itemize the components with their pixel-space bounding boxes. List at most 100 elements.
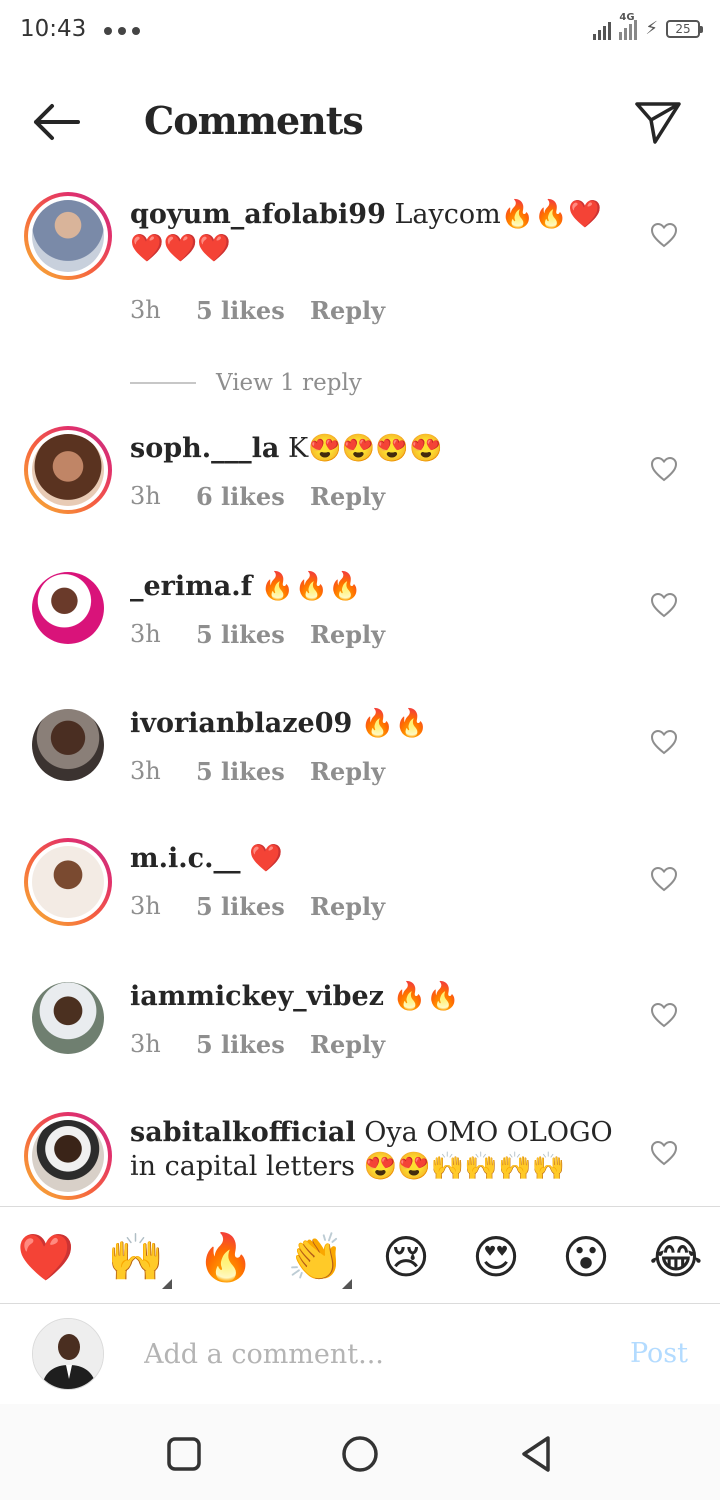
header: Comments	[0, 84, 720, 160]
avatar[interactable]	[32, 982, 104, 1054]
comment-time: 3h	[130, 482, 161, 510]
status-bar: 10:43 4G ⚡ 25	[0, 0, 720, 64]
reply-button[interactable]: Reply	[310, 482, 385, 511]
emoji-heart[interactable]: ❤️	[16, 1229, 76, 1285]
comment-input[interactable]	[144, 1332, 584, 1376]
comment-likes[interactable]: 5 likes	[196, 1030, 310, 1059]
heart-outline-icon	[650, 456, 678, 482]
like-button[interactable]	[650, 1140, 678, 1166]
comment-text: sabitalkofficial Oya OMO OLOGO in capita…	[130, 1116, 630, 1184]
status-indicators: 4G ⚡ 25	[593, 12, 703, 40]
heart-outline-icon	[650, 222, 678, 248]
battery-icon: 25	[666, 20, 703, 38]
comment-text: _erima.f 🔥🔥🔥	[130, 570, 630, 604]
comment-time: 3h	[130, 620, 161, 648]
comment-composer: Post	[0, 1304, 720, 1404]
comment-text: ivorianblaze09 🔥🔥	[130, 707, 630, 741]
emoji-raising-hands-glyph: 🙌	[107, 1230, 165, 1284]
circle-icon	[342, 1436, 378, 1472]
like-button[interactable]	[650, 1002, 678, 1028]
comment-time: 3h	[130, 1030, 161, 1058]
comment-body: 🔥🔥🔥	[252, 571, 362, 602]
comment-meta: 3h 5 likes Reply	[130, 296, 385, 325]
emoji-raising-hands[interactable]: 🙌	[106, 1229, 172, 1289]
reply-divider	[130, 382, 196, 384]
heart-outline-icon	[650, 866, 678, 892]
comment-likes[interactable]: 6 likes	[196, 482, 310, 511]
comment-body: ❤️	[240, 843, 283, 874]
emoji-laughing[interactable]: 😂	[646, 1229, 706, 1285]
comment-likes[interactable]: 5 likes	[196, 296, 310, 325]
page-title: Comments	[144, 98, 364, 143]
charging-icon: ⚡	[645, 18, 658, 39]
avatar[interactable]	[24, 192, 112, 280]
comment-meta: 3h 5 likes Reply	[130, 620, 385, 649]
avatar[interactable]	[24, 838, 112, 926]
comment-body: 🔥🔥	[352, 708, 429, 739]
back-nav-button[interactable]	[516, 1434, 556, 1474]
comment-text: m.i.c.__ ❤️	[130, 842, 630, 876]
avatar[interactable]	[24, 426, 112, 514]
arrow-left-icon	[34, 104, 80, 140]
comments-list[interactable]: qoyum_afolabi99 Laycom🔥🔥❤️❤️❤️❤️ 3h 5 li…	[0, 180, 720, 1204]
system-nav-bar	[0, 1404, 720, 1500]
comment-text: iammickey_vibez 🔥🔥	[130, 980, 630, 1014]
reply-button[interactable]: Reply	[310, 620, 385, 649]
comment-username[interactable]: qoyum_afolabi99	[130, 199, 386, 230]
avatar[interactable]	[24, 1112, 112, 1200]
like-button[interactable]	[650, 456, 678, 482]
avatar[interactable]	[32, 709, 104, 781]
emoji-clapping-glyph: 👏	[287, 1230, 345, 1284]
comment-username[interactable]: _erima.f	[130, 571, 252, 602]
skin-tone-indicator-icon	[342, 1279, 352, 1289]
heart-outline-icon	[650, 729, 678, 755]
emoji-surprised[interactable]: 😮	[556, 1229, 616, 1285]
emoji-crying[interactable]: 😢	[376, 1229, 436, 1285]
emoji-bar: ❤️ 🙌 🔥 👏 😢 😍 😮 😂	[0, 1206, 720, 1304]
comment-username[interactable]: soph.___la	[130, 433, 279, 464]
avatar[interactable]	[32, 572, 104, 644]
user-photo-icon	[33, 1319, 103, 1389]
heart-outline-icon	[650, 1140, 678, 1166]
comment-body: K😍😍😍😍	[279, 433, 443, 464]
home-button[interactable]	[340, 1434, 380, 1474]
reply-button[interactable]: Reply	[310, 296, 385, 325]
post-button[interactable]: Post	[630, 1338, 688, 1369]
emoji-fire[interactable]: 🔥	[196, 1229, 256, 1285]
recents-button[interactable]	[164, 1434, 204, 1474]
comment-likes[interactable]: 5 likes	[196, 892, 310, 921]
emoji-clapping[interactable]: 👏	[286, 1229, 352, 1289]
comment-username[interactable]: sabitalkofficial	[130, 1117, 356, 1148]
reply-button[interactable]: Reply	[310, 892, 385, 921]
share-button[interactable]	[634, 98, 682, 146]
comment-text: soph.___la K😍😍😍😍	[130, 432, 630, 466]
comment-meta: 3h 6 likes Reply	[130, 482, 385, 511]
reply-button[interactable]: Reply	[310, 757, 385, 786]
signal-icon	[593, 18, 612, 40]
like-button[interactable]	[650, 866, 678, 892]
comment-username[interactable]: m.i.c.__	[130, 843, 240, 874]
like-button[interactable]	[650, 592, 678, 618]
comment-likes[interactable]: 5 likes	[196, 757, 310, 786]
view-replies-text: View 1 reply	[216, 370, 362, 396]
comment-text: qoyum_afolabi99 Laycom🔥🔥❤️❤️❤️❤️	[130, 198, 630, 266]
like-button[interactable]	[650, 729, 678, 755]
comment-time: 3h	[130, 757, 161, 785]
status-time: 10:43	[20, 16, 87, 42]
network-icon: 4G	[619, 12, 638, 40]
like-button[interactable]	[650, 222, 678, 248]
skin-tone-indicator-icon	[162, 1279, 172, 1289]
network-type: 4G	[619, 12, 635, 23]
comment-meta: 3h 5 likes Reply	[130, 1030, 385, 1059]
comment-meta: 3h 5 likes Reply	[130, 892, 385, 921]
comment-username[interactable]: iammickey_vibez	[130, 981, 384, 1012]
reply-button[interactable]: Reply	[310, 1030, 385, 1059]
view-replies-link[interactable]: View 1 reply	[130, 370, 362, 396]
heart-outline-icon	[650, 1002, 678, 1028]
back-button[interactable]	[28, 100, 82, 144]
my-avatar	[32, 1318, 104, 1390]
comment-username[interactable]: ivorianblaze09	[130, 708, 352, 739]
comment-likes[interactable]: 5 likes	[196, 620, 310, 649]
triangle-back-icon	[522, 1436, 550, 1472]
emoji-heart-eyes[interactable]: 😍	[466, 1229, 526, 1285]
